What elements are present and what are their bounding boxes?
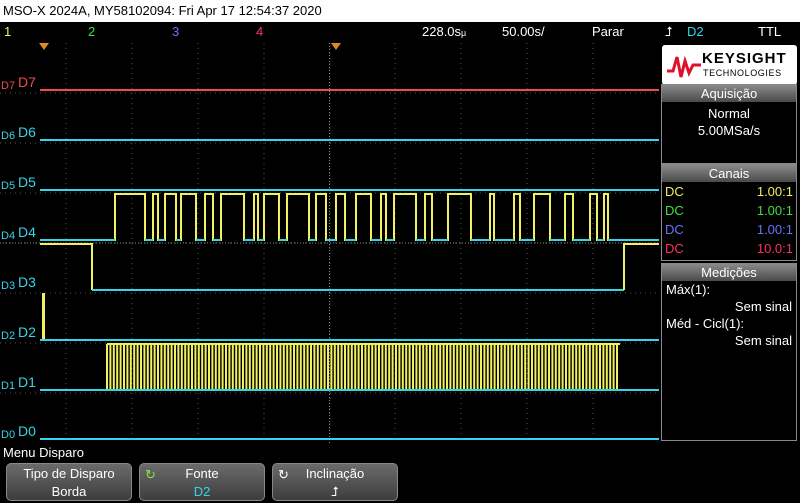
sample-rate: 5.00MSa/s bbox=[697, 123, 761, 138]
waveform-display[interactable]: D7 D7 D6 D6 D5 D5 D4 D4 D3 D3 D2 D2 D1 D1 D0 D0 bbox=[0, 43, 659, 443]
softkey-label: Inclinação bbox=[305, 466, 365, 481]
channels-panel[interactable]: Canais DC 1.00:1 DC 1.00:1 DC 1.00:1 DC 10.0:1 bbox=[661, 164, 797, 261]
waveform-plot bbox=[0, 43, 659, 443]
softkey-value: D2 bbox=[193, 484, 211, 499]
channel-tick-label[interactable]: D1 bbox=[1, 380, 15, 392]
channel-2-indicator[interactable]: 2 bbox=[88, 22, 95, 42]
channel-row: DC 1.00:1 bbox=[662, 220, 796, 239]
channel-label: D0 bbox=[18, 423, 36, 439]
time-scale-readout: 228.0sμ bbox=[422, 24, 467, 39]
measurements-header: Medições bbox=[662, 264, 796, 281]
channel-tick-label[interactable]: D0 bbox=[1, 429, 15, 441]
brand-logo: KEYSIGHT TECHNOLOGIES bbox=[662, 45, 797, 85]
channel-tick-label[interactable]: D7 bbox=[1, 80, 15, 92]
brand-sub: TECHNOLOGIES bbox=[703, 68, 782, 78]
channel-label: D1 bbox=[18, 374, 36, 390]
channel-3-indicator[interactable]: 3 bbox=[172, 22, 179, 42]
channel-label: D7 bbox=[18, 74, 36, 90]
source-softkey[interactable]: ↻ Fonte D2 bbox=[139, 463, 265, 501]
channel-probe-ratio: 10.0:1 bbox=[756, 241, 793, 256]
brand-name: KEYSIGHT bbox=[702, 50, 787, 67]
digital-waveforms bbox=[40, 89, 659, 440]
delay-reference-marker[interactable] bbox=[331, 43, 341, 50]
channel-coupling: DC bbox=[665, 222, 684, 237]
channel-4-indicator[interactable]: 4 bbox=[256, 22, 263, 42]
channel-tick-label[interactable]: D3 bbox=[1, 280, 15, 292]
channel-label: D4 bbox=[18, 224, 36, 240]
channel-1-indicator[interactable]: 1 bbox=[4, 22, 11, 42]
channel-coupling: DC bbox=[665, 203, 684, 218]
measurement-2-value: Sem sinal bbox=[734, 333, 792, 348]
acquisition-header: Aquisição bbox=[662, 85, 796, 102]
acquisition-mode: Normal bbox=[708, 106, 750, 121]
channel-row: DC 10.0:1 bbox=[662, 239, 796, 258]
channel-coupling: DC bbox=[665, 184, 684, 199]
d2-trace-spike bbox=[42, 293, 45, 340]
measurement-2-name: Méd - Cicl(1): bbox=[666, 316, 745, 331]
channel-row: DC 1.00:1 bbox=[662, 182, 796, 201]
channel-probe-ratio: 1.00:1 bbox=[756, 184, 793, 199]
d4-trace-high bbox=[40, 193, 659, 241]
channel-label: D3 bbox=[18, 274, 36, 290]
window-title: MSO-X 2024A, MY58102094: Fri Apr 17 12:5… bbox=[0, 0, 800, 22]
measurement-1-value: Sem sinal bbox=[734, 299, 792, 314]
info-sidebar: KEYSIGHT TECHNOLOGIES Aquisição Normal 5… bbox=[659, 43, 800, 443]
channel-label: D2 bbox=[18, 324, 36, 340]
softkey-value: Borda bbox=[51, 484, 87, 499]
measurement-1-name: Máx(1): bbox=[666, 282, 711, 297]
menu-title: Menu Disparo bbox=[3, 445, 84, 460]
channel-tick-label[interactable]: D2 bbox=[1, 330, 15, 342]
keysight-wave-icon bbox=[667, 55, 701, 78]
channel-tick-label[interactable]: D4 bbox=[1, 230, 15, 242]
channel-row: DC 1.00:1 bbox=[662, 201, 796, 220]
channel-tick-label[interactable]: D5 bbox=[1, 180, 15, 192]
trigger-position-marker[interactable] bbox=[39, 43, 49, 50]
slope-softkey[interactable]: ↻ Inclinação ⮥ bbox=[272, 463, 398, 501]
channel-coupling: DC bbox=[665, 241, 684, 256]
trigger-type-softkey[interactable]: Tipo de Disparo Borda bbox=[6, 463, 132, 501]
softkey-label: Tipo de Disparo bbox=[23, 466, 115, 481]
channel-tick-label[interactable]: D6 bbox=[1, 130, 15, 142]
channel-label: D6 bbox=[18, 124, 36, 140]
run-state: Parar bbox=[592, 24, 624, 39]
softkey-label: Fonte bbox=[185, 466, 219, 481]
channel-probe-ratio: 1.00:1 bbox=[756, 222, 793, 237]
trigger-edge-icon: ⮥ bbox=[665, 24, 673, 39]
delay-readout: 50.00s/ bbox=[502, 24, 545, 39]
softkey-menu: Menu Disparo Tipo de Disparo Borda ↻ Fon… bbox=[0, 443, 800, 503]
d1-clock-edges bbox=[106, 344, 618, 390]
status-bar: 1 2 3 4 228.0sμ 50.00s/ Parar ⮥ D2 TTL bbox=[0, 22, 800, 43]
trigger-source: D2 bbox=[687, 24, 704, 39]
channel-label: D5 bbox=[18, 174, 36, 190]
measurements-panel[interactable]: Medições Máx(1): Sem sinal Méd - Cicl(1)… bbox=[661, 263, 797, 441]
channel-probe-ratio: 1.00:1 bbox=[756, 203, 793, 218]
trigger-level: TTL bbox=[758, 24, 782, 39]
d3-trace-high-end bbox=[623, 243, 659, 290]
slope-icon: ⮥ bbox=[331, 484, 339, 499]
channels-header: Canais bbox=[662, 165, 796, 182]
acquisition-panel[interactable]: Aquisição Normal 5.00MSa/s bbox=[661, 84, 797, 164]
